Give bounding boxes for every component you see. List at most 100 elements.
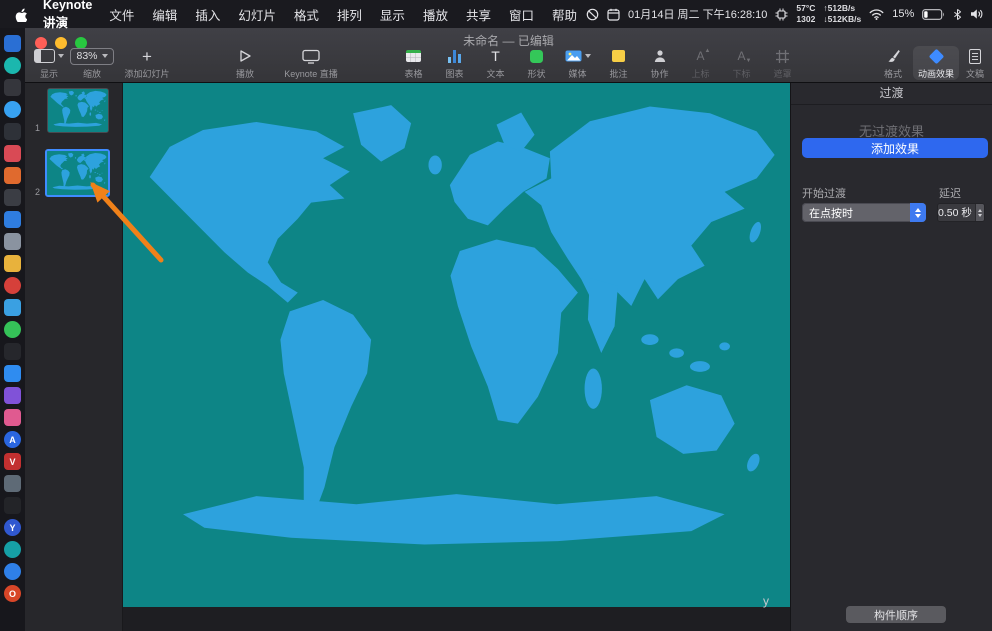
apple-logo-icon[interactable] <box>14 7 27 22</box>
delay-stepper[interactable] <box>974 204 984 221</box>
menu-bar-clock[interactable]: 01月14日 周二 下午16:28:10 <box>628 6 767 22</box>
bluetooth-icon[interactable] <box>953 8 962 21</box>
chip-icon[interactable] <box>775 8 788 21</box>
add-effect-button[interactable]: 添加效果 <box>802 138 988 158</box>
cpu-temp: 57°C <box>796 3 816 14</box>
dock-icon-14[interactable] <box>4 321 21 338</box>
dock-icon-18[interactable] <box>4 409 21 426</box>
subscript-icon: A ▼ <box>737 49 752 64</box>
menu-item-share[interactable]: 共享 <box>457 5 500 24</box>
crop-icon <box>776 49 789 63</box>
dock-icon-10[interactable] <box>4 233 21 250</box>
media-button[interactable]: 媒体 <box>557 46 598 80</box>
dock-icon-2[interactable] <box>4 57 21 74</box>
dock-icon-3[interactable] <box>4 79 21 96</box>
menu-item-insert[interactable]: 插入 <box>186 5 229 24</box>
dock-icon-8[interactable] <box>4 189 21 206</box>
menu-item-file[interactable]: 文件 <box>100 5 143 24</box>
dock-icon-15[interactable] <box>4 343 21 360</box>
subscript-button: A ▼ 下标 <box>732 49 752 79</box>
dock-icon-9[interactable] <box>4 211 21 228</box>
dock-icon-1[interactable] <box>4 35 21 52</box>
dock-icon-12[interactable] <box>4 277 21 294</box>
app-menu-title[interactable]: Keynote 讲演 <box>43 0 92 31</box>
slide-thumbnail-1[interactable] <box>47 88 109 133</box>
dock-icon-20[interactable]: V <box>4 453 21 470</box>
menu-item-arrange[interactable]: 排列 <box>328 5 371 24</box>
dock-icon-19[interactable]: A <box>4 431 21 448</box>
zoom-control[interactable]: 83% 缩放 <box>69 46 115 80</box>
dock-icon-13[interactable] <box>4 299 21 316</box>
table-button[interactable]: 表格 <box>393 46 434 80</box>
slide-2-number: 2 <box>35 187 41 197</box>
net-download: ↓512KB/s <box>823 14 862 24</box>
chart-button[interactable]: 图表 <box>434 46 475 80</box>
view-icon <box>34 49 55 63</box>
battery-icon[interactable] <box>922 8 945 20</box>
dock-icon-21[interactable] <box>4 475 21 492</box>
collaborate-button[interactable]: 协作 <box>639 46 680 80</box>
comment-icon <box>612 50 625 62</box>
document-icon <box>969 48 981 64</box>
chevron-down-icon <box>58 54 64 58</box>
dock-icon-7[interactable] <box>4 167 21 184</box>
dock-icon-26[interactable]: O <box>4 585 21 602</box>
dock-icon-5[interactable] <box>4 123 21 140</box>
menu-bar: Keynote 讲演 文件 编辑 插入 幻灯片 格式 排列 显示 播放 共享 窗… <box>0 0 992 31</box>
play-icon <box>240 50 251 62</box>
slide-thumbnail-2-selected[interactable] <box>45 149 110 197</box>
transition-inspector: 过渡 无过渡效果 添加效果 开始过渡 延迟 在点按时 0.50 秒 构件顺序 <box>790 83 992 631</box>
chevron-down-icon <box>101 54 108 58</box>
text-icon: T <box>491 48 500 64</box>
slide-1-number: 1 <box>35 123 41 133</box>
wifi-icon[interactable] <box>869 8 884 20</box>
delay-value: 0.50 秒 <box>938 207 972 219</box>
current-slide[interactable] <box>123 83 790 607</box>
battery-percent: 15% <box>892 8 915 20</box>
superscript-icon: A ▲ <box>696 48 711 63</box>
dock-icon-25[interactable] <box>4 563 21 580</box>
plus-icon: + <box>142 46 152 66</box>
animate-button[interactable]: 动画效果 <box>913 46 959 80</box>
dock-icon-6[interactable] <box>4 145 21 162</box>
menu-item-window[interactable]: 窗口 <box>500 5 543 24</box>
world-map-image <box>123 83 790 607</box>
media-icon <box>565 50 581 62</box>
dock-icon-23[interactable]: Y <box>4 519 21 536</box>
shape-icon <box>530 49 543 63</box>
menu-item-help[interactable]: 帮助 <box>543 5 586 24</box>
volume-icon[interactable] <box>970 8 984 20</box>
shape-button[interactable]: 形状 <box>516 46 557 80</box>
view-button[interactable]: 显示 <box>29 46 69 80</box>
dock-icon-16[interactable] <box>4 365 21 382</box>
add-slide-button[interactable]: + 添加幻灯片 <box>115 46 179 80</box>
delay-label: 延迟 <box>939 188 961 200</box>
text-button[interactable]: T 文本 <box>475 46 516 80</box>
calendar-icon[interactable] <box>607 8 620 21</box>
temp-fan-readout[interactable]: 57°C 1302 <box>796 3 815 24</box>
menu-item-view[interactable]: 显示 <box>371 5 414 24</box>
dock-icon-4[interactable] <box>4 101 21 118</box>
mask-button: 遮罩 <box>762 46 803 80</box>
delay-field[interactable]: 0.50 秒 <box>937 203 985 222</box>
dock-icon-17[interactable] <box>4 387 21 404</box>
dock-icon-11[interactable] <box>4 255 21 272</box>
start-transition-dropdown[interactable]: 在点按时 <box>802 203 926 222</box>
build-order-button[interactable]: 构件顺序 <box>846 606 946 623</box>
menu-item-slide[interactable]: 幻灯片 <box>229 5 285 24</box>
play-button[interactable]: 播放 <box>221 46 269 80</box>
format-button[interactable]: 格式 <box>873 46 913 80</box>
do-not-disturb-icon[interactable] <box>586 8 599 21</box>
network-readout[interactable]: ↑512B/s ↓512KB/s <box>823 3 861 24</box>
comment-button[interactable]: 批注 <box>598 46 639 80</box>
dock-icon-22[interactable] <box>4 497 21 514</box>
paintbrush-icon <box>888 49 900 62</box>
inspector-header: 过渡 <box>791 83 992 105</box>
keynote-live-button[interactable]: Keynote 直播 <box>271 46 351 80</box>
document-button[interactable]: 文稿 <box>959 46 991 80</box>
menu-item-format[interactable]: 格式 <box>285 5 328 24</box>
dock-icon-24[interactable] <box>4 541 21 558</box>
menu-item-play[interactable]: 播放 <box>414 5 457 24</box>
menu-item-edit[interactable]: 编辑 <box>143 5 186 24</box>
chart-icon <box>447 49 462 63</box>
